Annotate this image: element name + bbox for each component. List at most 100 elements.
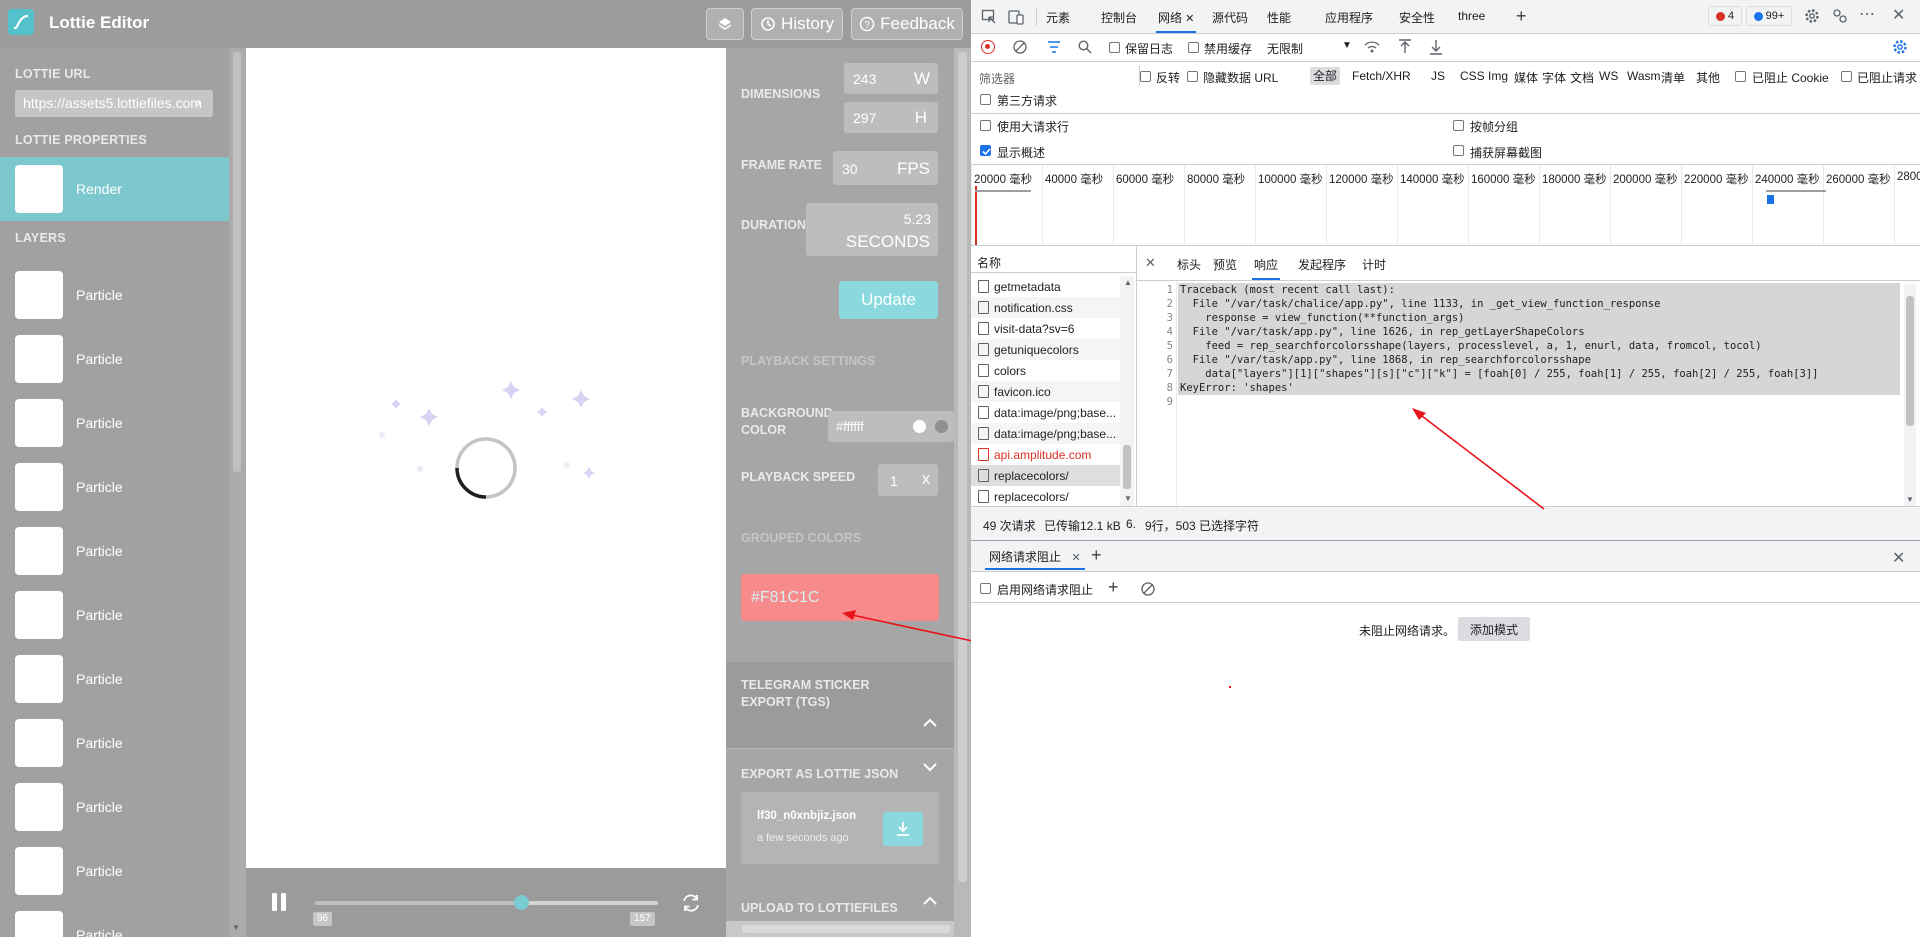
scroll-down-arrow-icon[interactable]: ▼ [1124,494,1132,503]
device-toolbar-icon[interactable] [1008,9,1024,25]
layer-item[interactable]: Particle [0,647,229,711]
layer-item[interactable]: Particle [0,519,229,583]
large-rows-checkbox[interactable] [980,120,991,131]
chevron-down-icon[interactable] [922,762,938,772]
download-button[interactable] [883,812,923,846]
block-icon[interactable] [1141,582,1155,596]
blocked-cookies-checkbox[interactable] [1735,71,1746,82]
request-row[interactable]: favicon.ico [971,381,1120,402]
filter-option[interactable]: Fetch/XHR [1352,69,1411,83]
close-detail-icon[interactable]: ✕ [1145,255,1156,271]
feedback-button[interactable]: ? Feedback [851,8,963,40]
request-row[interactable]: colors [971,360,1120,381]
filter-option[interactable]: Wasm [1627,69,1661,83]
enable-blocking-checkbox[interactable] [980,583,991,594]
history-button[interactable]: History [751,8,843,40]
inspect-icon[interactable] [981,9,997,25]
show-overview-checkbox[interactable] [980,145,991,156]
devtools-tab[interactable]: 安全性 [1397,0,1437,33]
layer-item[interactable]: Particle [0,391,229,455]
capture-screenshots-checkbox[interactable] [1453,145,1464,156]
preserve-log-checkbox[interactable] [1109,42,1120,53]
layer-item[interactable]: Particle [0,775,229,839]
dropdown-arrow-icon[interactable]: ▼ [1342,40,1352,51]
close-tab-icon[interactable]: ✕ [1182,13,1194,25]
filter-input[interactable]: 筛选器 [979,70,1015,87]
filter-option[interactable]: 全部 [1310,67,1341,85]
close-devtools-icon[interactable]: ✕ [1892,5,1905,25]
devtools-tab[interactable]: 控制台 [1099,0,1139,33]
close-drawer-icon[interactable]: ✕ [1892,548,1905,568]
request-row[interactable]: api.amplitude.com [971,444,1120,465]
messages-badge[interactable]: 99+ [1746,6,1792,26]
filter-option[interactable]: 反转 [1156,69,1180,86]
disable-cache-checkbox[interactable] [1188,42,1199,53]
filter-option[interactable]: 清单 [1661,69,1685,86]
more-options-icon[interactable]: ⋯ [1859,4,1875,24]
panel-h-scrollbar-thumb[interactable] [742,925,950,933]
filter-icon[interactable] [1047,41,1061,53]
search-icon[interactable] [1078,40,1092,54]
update-button[interactable]: Update [839,281,938,319]
request-blocking-tab[interactable]: 网络请求阻止 ✕ [985,546,1085,570]
detail-tab[interactable]: 响应 [1252,246,1281,280]
errors-badge[interactable]: 4 [1708,6,1742,26]
detail-tab[interactable]: 发起程序 [1296,246,1348,280]
lottie-url-field[interactable]: https://assets5.lottiefiles.com [15,90,213,117]
pause-icon[interactable] [269,892,289,912]
layers-scrollbar-thumb[interactable] [233,52,241,472]
new-tab-icon[interactable]: + [1516,6,1527,27]
chevron-up-icon[interactable] [922,896,938,906]
response-scrollbar-thumb[interactable] [1906,296,1914,426]
width-field[interactable]: 243 W [844,63,938,94]
export-har-icon[interactable] [1429,39,1443,55]
background-color-field[interactable]: #ffffff [828,411,954,442]
height-field[interactable]: 297 H [844,102,938,133]
detail-tab[interactable]: 预览 [1211,246,1239,280]
request-row[interactable]: getmetadata [971,276,1120,297]
layer-item[interactable]: Particle [0,903,229,937]
detail-tab[interactable]: 标头 [1175,246,1203,280]
detail-tab[interactable]: 计时 [1360,246,1388,280]
layers-toggle-button[interactable] [706,8,744,40]
customize-icon[interactable] [1832,8,1848,24]
clear-icon[interactable] [1013,40,1027,54]
panel-v-scrollbar-thumb[interactable] [958,52,967,882]
network-settings-icon[interactable] [1892,39,1908,55]
scroll-down-arrow-icon[interactable]: ▼ [232,923,240,932]
blocked-requests-checkbox[interactable] [1841,71,1852,82]
layer-item[interactable]: Particle [0,839,229,903]
filter-option[interactable]: 文档 [1570,69,1594,86]
record-icon[interactable] [981,40,995,54]
devtools-tab[interactable]: 性能 [1265,0,1293,33]
group-by-frame-checkbox[interactable] [1453,120,1464,131]
toggle-dot[interactable] [935,420,948,433]
devtools-tab[interactable]: 源代码 [1210,0,1250,33]
network-conditions-icon[interactable] [1364,40,1380,54]
filter-option[interactable]: 字体 [1542,69,1566,86]
request-list-scrollbar-thumb[interactable] [1123,445,1131,489]
request-row[interactable]: getuniquecolors [971,339,1120,360]
layer-item[interactable]: Particle [0,583,229,647]
request-row[interactable]: replacecolors/ [971,486,1120,507]
request-row[interactable]: replacecolors/ [971,465,1120,486]
request-row[interactable]: data:image/png;base... [971,402,1120,423]
filter-option[interactable]: Img [1488,69,1508,83]
add-pattern-icon[interactable]: + [1108,577,1119,598]
layer-item[interactable]: Particle [0,263,229,327]
chevron-up-icon[interactable] [922,718,938,728]
request-row[interactable]: visit-data?sv=6 [971,318,1120,339]
layer-item[interactable]: Particle [0,711,229,775]
devtools-tab[interactable]: 元素 [1044,0,1072,33]
layer-item[interactable]: Particle [0,455,229,519]
filter-checkbox[interactable] [1187,71,1198,82]
playback-speed-field[interactable]: 1 x [878,464,938,496]
loop-icon[interactable] [680,892,702,914]
filter-option[interactable]: CSS [1460,69,1485,83]
add-pattern-button[interactable]: 添加模式 [1458,617,1530,641]
fps-field[interactable]: 30 FPS [833,151,938,185]
third-party-checkbox[interactable] [980,94,991,105]
scroll-up-arrow-icon[interactable]: ▲ [1124,278,1132,287]
settings-gear-icon[interactable] [1804,8,1820,24]
duration-field[interactable]: 5.23 SECONDS [806,203,938,256]
